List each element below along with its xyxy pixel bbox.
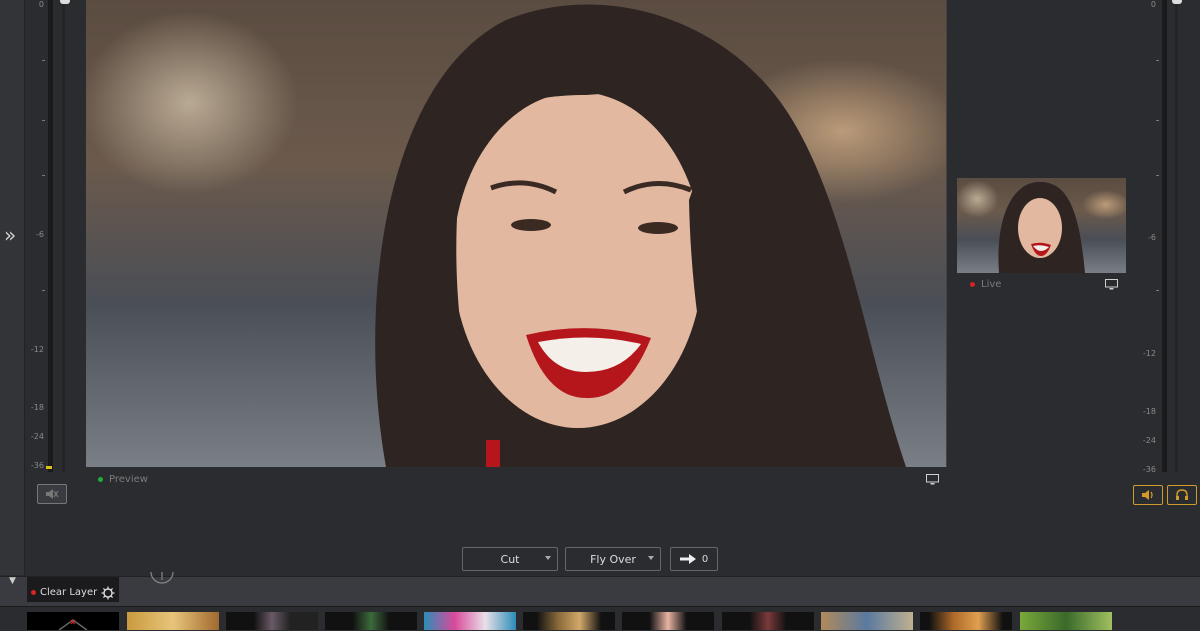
layer-bar <box>0 576 1200 607</box>
transition-effect-dropdown[interactable]: Fly Over <box>565 547 661 571</box>
clear-media-icon <box>58 619 88 630</box>
transition-type-value: Cut <box>500 552 520 566</box>
transition-effect-value: Fly Over <box>590 552 636 566</box>
take-transition-button[interactable]: 0 <box>670 547 718 571</box>
live-portrait-image <box>998 181 1085 273</box>
preview-volume-slider[interactable] <box>60 0 70 4</box>
preview-status-dot <box>98 476 103 482</box>
media-thumbnail[interactable] <box>622 612 714 630</box>
meter-tick: -12 <box>1142 349 1156 358</box>
clear-layer-tile[interactable]: Clear Layer <box>27 577 119 602</box>
portrait-image <box>375 4 906 467</box>
chevron-down-icon <box>545 556 551 560</box>
arrow-right-icon <box>679 554 696 564</box>
meter-tick: -24 <box>1142 436 1156 445</box>
media-thumbnail[interactable] <box>523 612 615 630</box>
media-thumbnail[interactable] <box>424 612 516 630</box>
gear-icon[interactable] <box>101 586 115 600</box>
media-thumbnail-clear[interactable] <box>27 612 119 630</box>
speaker-icon <box>1142 490 1153 500</box>
meter-tick: -36 <box>1142 465 1156 474</box>
left-rail <box>0 0 25 575</box>
live-status: Live <box>970 279 1001 290</box>
expand-panel-icon[interactable]: » <box>4 224 22 246</box>
live-output-monitor-icon[interactable] <box>1105 279 1118 290</box>
transition-type-dropdown[interactable]: Cut <box>462 547 558 571</box>
media-thumbnail[interactable] <box>127 612 219 630</box>
media-thumbnail[interactable] <box>325 612 417 630</box>
media-thumbnail[interactable] <box>821 612 913 630</box>
meter-tick: 0 <box>38 0 44 9</box>
live-speaker-button[interactable] <box>1133 485 1163 505</box>
meter-tick: -12 <box>30 345 44 354</box>
meter-tick: -18 <box>30 403 44 412</box>
chevron-down-icon <box>648 556 654 560</box>
take-transition-value: 0 <box>701 553 709 565</box>
speaker-muted-icon <box>46 489 59 499</box>
add-layer-icon[interactable] <box>150 566 174 584</box>
preview-status: Preview <box>98 474 148 485</box>
meter-tick: 0 <box>1150 0 1156 9</box>
clear-layer-label: Clear Layer <box>40 587 98 598</box>
clear-layer-status-dot <box>31 589 36 595</box>
live-audio-meter: 0 -6 -12 -18 -24 -36 <box>1142 0 1182 475</box>
preview-monitor[interactable] <box>86 0 947 467</box>
meter-tick: -6 <box>36 230 44 239</box>
meter-tick: -6 <box>1148 233 1156 242</box>
preview-output-monitor-icon[interactable] <box>926 474 939 485</box>
preview-audio-meter: 0 -6 -12 -18 -24 -36 <box>30 0 72 475</box>
preview-label: Preview <box>109 474 148 485</box>
meter-tick: -24 <box>30 432 44 441</box>
media-thumbnail[interactable] <box>920 612 1012 630</box>
preview-mute-button[interactable] <box>37 484 67 504</box>
media-thumbnail[interactable] <box>226 612 318 630</box>
media-thumbnail[interactable] <box>722 612 814 630</box>
media-thumbnail[interactable] <box>1020 612 1112 630</box>
collapse-icon[interactable]: ▼ <box>9 576 16 586</box>
live-status-dot <box>970 281 975 287</box>
meter-tick: -36 <box>30 461 44 470</box>
live-volume-slider[interactable] <box>1172 0 1182 4</box>
live-monitor[interactable] <box>957 178 1126 273</box>
meter-tick: -18 <box>1142 407 1156 416</box>
live-headphones-button[interactable] <box>1167 485 1197 505</box>
headphones-icon <box>1176 489 1188 500</box>
live-label: Live <box>981 279 1002 290</box>
